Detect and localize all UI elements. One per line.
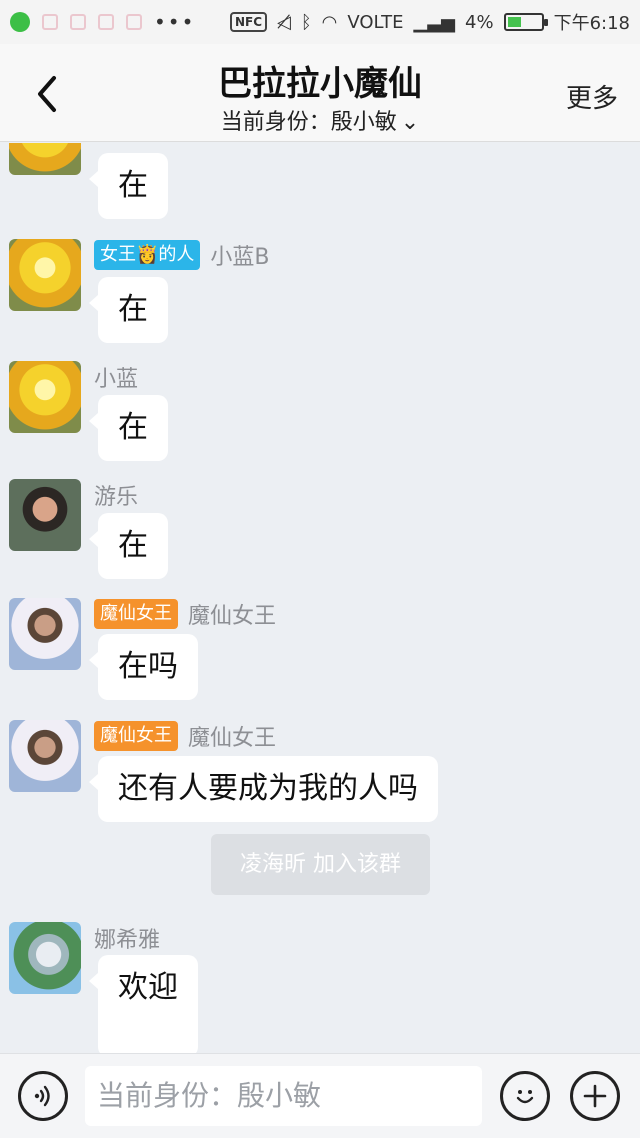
message-meta: 小蓝	[94, 361, 138, 393]
message-meta: 魔仙女王 魔仙女王	[94, 598, 276, 630]
message-list[interactable]: 在 女王👸的人 小蓝B 在 小蓝 在 游乐 在 魔仙女王 魔仙女王 在吗 魔仙女…	[0, 143, 640, 1053]
message-bubble[interactable]: 在吗	[89, 634, 198, 700]
group-title: 巴拉拉小魔仙	[218, 64, 422, 104]
system-join-notice: 凌海昕 加入该群	[211, 834, 430, 895]
clock: 下午6:18	[553, 13, 630, 34]
battery-percent: 4%	[465, 11, 494, 33]
chat-header: 巴拉拉小魔仙 当前身份：殷小敏 ⌄ 更多	[0, 44, 640, 142]
member-title-badge: 女王👸的人	[94, 240, 201, 270]
sender-name[interactable]: 小蓝B	[210, 239, 269, 271]
app-notification-icon	[70, 14, 86, 30]
battery-icon	[503, 13, 548, 31]
avatar[interactable]	[9, 239, 81, 311]
message-meta: 娜希雅	[94, 922, 160, 954]
sender-name[interactable]: 游乐	[94, 479, 138, 511]
message-bubble[interactable]: 在	[89, 153, 168, 219]
wechat-notification-icon	[10, 12, 30, 32]
bluetooth-icon: ᛒ	[300, 11, 312, 33]
network-label: VOLTE	[347, 11, 404, 33]
message-bubble[interactable]: 欢迎	[89, 955, 198, 1053]
message-bubble[interactable]: 还有人要成为我的人吗	[89, 756, 438, 822]
input-bar: 当前身份：殷小敏	[0, 1053, 640, 1138]
avatar[interactable]	[9, 479, 81, 551]
avatar[interactable]	[9, 361, 81, 433]
voice-input-button[interactable]	[18, 1071, 68, 1121]
avatar[interactable]	[9, 143, 81, 175]
identity-label: 当前身份：殷小敏	[220, 110, 397, 135]
more-actions-button[interactable]	[570, 1071, 620, 1121]
system-status: NFC ◁̸ ᛒ ◠ VOLTE ▁▃▅ 4% 下午6:18	[229, 9, 630, 35]
message-meta: 魔仙女王 魔仙女王	[94, 720, 276, 752]
sender-name[interactable]: 娜希雅	[94, 922, 160, 954]
status-bar: ••• NFC ◁̸ ᛒ ◠ VOLTE ▁▃▅ 4% 下午6:18	[0, 0, 640, 44]
app-notification-icon	[42, 14, 58, 30]
message-meta: 游乐	[94, 479, 138, 511]
sender-name[interactable]: 小蓝	[94, 361, 138, 393]
voice-icon	[34, 1085, 50, 1107]
sender-name[interactable]: 魔仙女王	[188, 720, 276, 752]
chevron-down-icon: ⌄	[400, 110, 420, 135]
avatar[interactable]	[9, 598, 81, 670]
more-button[interactable]: 更多	[566, 78, 618, 115]
message-bubble[interactable]: 在	[89, 395, 168, 461]
message-meta: 女王👸的人 小蓝B	[94, 239, 270, 271]
plus-icon	[583, 1084, 607, 1108]
smiley-icon	[516, 1090, 534, 1104]
app-notification-icon	[98, 14, 114, 30]
notification-icons: •••	[10, 10, 195, 34]
signal-icon: ▁▃▅	[413, 11, 456, 33]
emoji-button[interactable]	[500, 1071, 550, 1121]
member-title-badge: 魔仙女王	[94, 599, 178, 629]
wifi-icon: ◠	[321, 11, 338, 33]
battery-level	[507, 17, 521, 27]
mute-icon: ◁̸	[277, 11, 291, 33]
sender-name[interactable]: 魔仙女王	[188, 598, 276, 630]
avatar[interactable]	[9, 922, 81, 994]
member-title-badge: 魔仙女王	[94, 721, 178, 751]
message-bubble[interactable]: 在	[89, 513, 168, 579]
message-bubble[interactable]: 在	[89, 277, 168, 343]
nfc-icon: NFC	[229, 12, 268, 32]
app-notification-icon	[126, 14, 142, 30]
message-input[interactable]: 当前身份：殷小敏	[85, 1066, 482, 1126]
identity-selector[interactable]: 当前身份：殷小敏 ⌄	[0, 104, 640, 136]
more-notifications-icon: •••	[154, 10, 196, 34]
avatar[interactable]	[9, 720, 81, 792]
